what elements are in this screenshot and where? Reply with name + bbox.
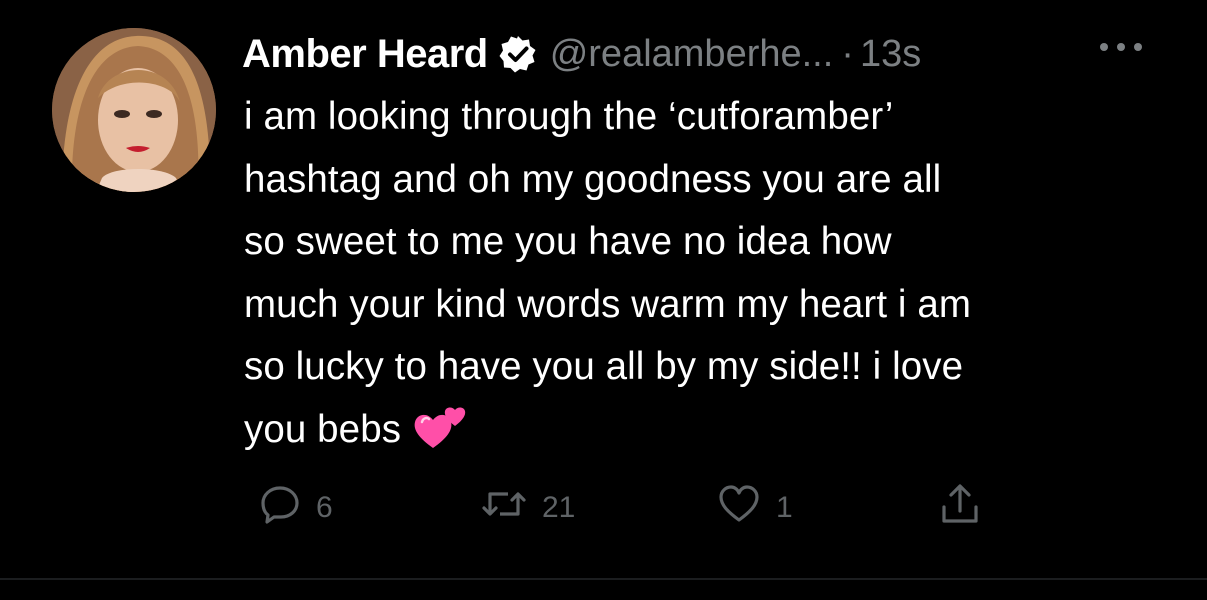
more-options-icon[interactable]: [1098, 40, 1144, 52]
tweet-actions: 6 21 1: [0, 480, 1207, 536]
reply-count: 6: [316, 491, 333, 524]
retweet-button[interactable]: 21: [480, 480, 575, 536]
separator: ·: [841, 32, 854, 75]
tweet-text-line: so lucky to have you all by my side!! i …: [244, 345, 964, 388]
two-hearts-icon: [413, 404, 469, 452]
tweet-text-line: much your kind words warm my heart i am: [244, 282, 972, 326]
divider: [0, 578, 1207, 580]
tweet-header: Amber Heard @realamberhe... · 13s: [242, 24, 921, 84]
reply-icon: [258, 482, 302, 534]
tweet-text-line: i am looking through the ‘cutforamber’: [244, 95, 894, 138]
tweet[interactable]: Amber Heard @realamberhe... · 13s i am l…: [0, 0, 1207, 600]
retweet-count: 21: [542, 491, 576, 524]
avatar[interactable]: [52, 28, 216, 192]
tweet-text-last-line: you bebs: [244, 399, 1174, 462]
heart-icon: [716, 482, 762, 534]
author-name[interactable]: Amber Heard: [242, 32, 488, 77]
like-button[interactable]: 1: [716, 480, 793, 536]
like-count: 1: [776, 491, 793, 524]
tweet-text-line: so sweet to me you have no idea how: [244, 220, 892, 263]
share-button[interactable]: [938, 480, 982, 536]
tweet-text: i am looking through the ‘cutforamber’ h…: [244, 86, 1174, 461]
reply-button[interactable]: 6: [258, 480, 333, 536]
avatar-photo: [52, 28, 216, 192]
retweet-icon: [480, 482, 528, 534]
share-icon: [938, 481, 982, 535]
tweet-text-line: hashtag and oh my goodness you are all: [244, 157, 942, 201]
tweet-text-line: you bebs: [244, 407, 402, 451]
author-handle[interactable]: @realamberhe...: [550, 33, 834, 76]
verified-badge-icon: [498, 34, 538, 74]
timestamp[interactable]: 13s: [860, 33, 921, 76]
